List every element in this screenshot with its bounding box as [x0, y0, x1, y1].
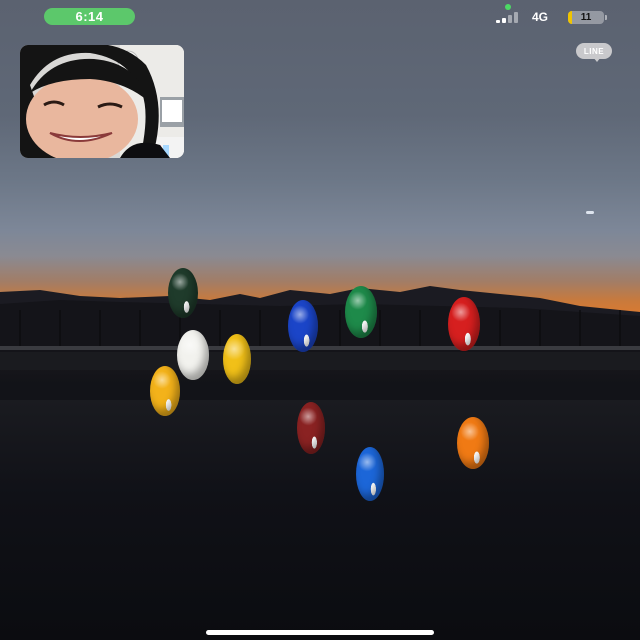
pool-ball: [223, 334, 251, 384]
network-type: 4G: [532, 10, 549, 24]
battery-cap: [605, 15, 607, 20]
camera-in-use-indicator: [505, 4, 511, 10]
pool-ball: [288, 300, 318, 352]
video-call-screen: 6:14 4G 11 LINE: [0, 0, 640, 640]
home-indicator[interactable]: [206, 630, 434, 635]
pool-ball: [345, 286, 377, 338]
self-view-video[interactable]: [20, 45, 184, 158]
pool-ball: [177, 330, 209, 380]
pool-ball: [356, 447, 384, 501]
pool-ball: [448, 297, 480, 351]
bridge-railing: [0, 310, 640, 370]
battery-icon: 11: [568, 11, 604, 24]
pool-ball: [150, 366, 180, 416]
status-time: 6:14: [75, 9, 104, 24]
call-time-pill[interactable]: 6:14: [44, 8, 135, 25]
distant-light: [586, 211, 594, 214]
self-view-portrait: [20, 45, 184, 158]
pool-ball: [457, 417, 489, 469]
pool-ball: [297, 402, 325, 454]
line-badge-label: LINE: [583, 46, 605, 56]
battery-level: 11: [580, 12, 592, 23]
pool-ball: [168, 268, 198, 318]
cellular-signal-icon: [496, 12, 524, 23]
line-badge-tail: [593, 57, 601, 62]
